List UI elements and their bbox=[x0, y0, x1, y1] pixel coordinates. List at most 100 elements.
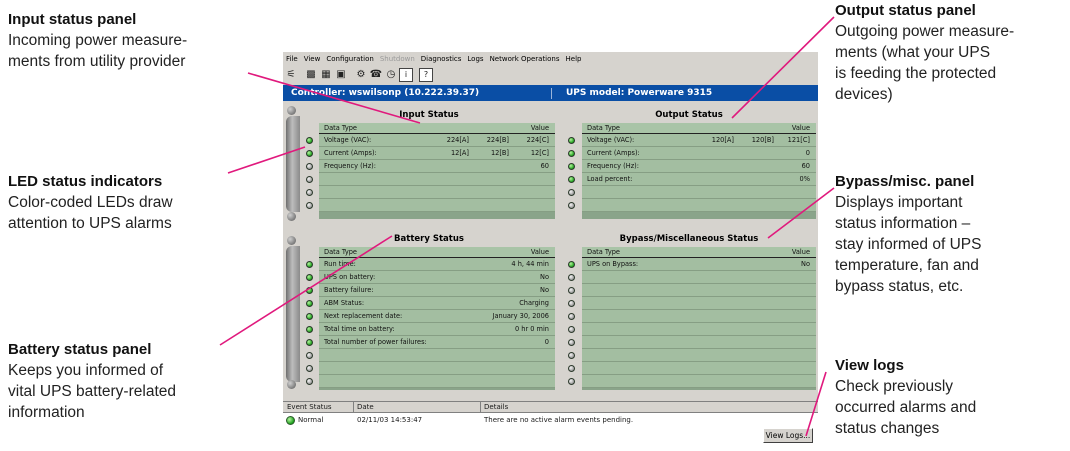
row-value: 224[B] bbox=[486, 136, 509, 144]
row-value: 224[C] bbox=[526, 136, 549, 144]
event-log-header: Event Status Date Details bbox=[283, 402, 818, 413]
output-status-panel: Output Status Data Type Value Voltage (V… bbox=[560, 110, 818, 222]
callout-text: temperature, fan and bbox=[835, 257, 979, 274]
status-led-off bbox=[568, 274, 575, 281]
event-log-row[interactable]: Normal 02/11/03 14:53:47 There are no ac… bbox=[283, 415, 818, 426]
menu-configuration[interactable]: Configuration bbox=[323, 55, 376, 63]
help-icon[interactable]: ? bbox=[419, 67, 433, 82]
output-status-title: Output Status bbox=[655, 110, 723, 120]
ups-model-label: UPS model: Powerware 9315 bbox=[566, 88, 713, 98]
status-row bbox=[582, 362, 816, 375]
row-label: Load percent: bbox=[587, 175, 633, 183]
status-row bbox=[582, 323, 816, 336]
table-icon[interactable]: ▦ bbox=[319, 68, 333, 82]
menu-help[interactable]: Help bbox=[563, 55, 585, 63]
callout-bypass-panel: Bypass/misc. panel Displays important st… bbox=[835, 172, 1065, 297]
menu-view[interactable]: View bbox=[301, 55, 324, 63]
gear-icon[interactable]: ⚙ bbox=[354, 68, 368, 82]
status-led-on bbox=[568, 261, 575, 268]
lower-rail bbox=[283, 234, 301, 392]
input-status-title: Input Status bbox=[399, 110, 459, 120]
row-value: 4 h, 44 min bbox=[511, 260, 549, 268]
status-led-off bbox=[568, 339, 575, 346]
menu-network-operations[interactable]: Network Operations bbox=[487, 55, 563, 63]
row-value: 0 bbox=[544, 338, 549, 346]
row-label: Total number of power failures: bbox=[324, 338, 427, 346]
callout-led-indicators: LED status indicators Color-coded LEDs d… bbox=[8, 172, 238, 234]
status-row: Voltage (VAC): 120[A] 120[B] 121[C] bbox=[582, 134, 816, 147]
menu-logs[interactable]: Logs bbox=[464, 55, 486, 63]
row-value: 0 hr 0 min bbox=[514, 325, 549, 333]
status-row bbox=[582, 284, 816, 297]
column-header-event-status[interactable]: Event Status bbox=[287, 403, 332, 411]
status-row: Current (Amps): 12[A] 12[B] 12[C] bbox=[319, 147, 555, 160]
info-icon[interactable]: i bbox=[399, 67, 413, 82]
callout-text: bypass status, etc. bbox=[835, 278, 964, 295]
status-led-off bbox=[568, 378, 575, 385]
clock-icon[interactable]: ◷ bbox=[384, 68, 398, 82]
monitor-icon[interactable]: ▩ bbox=[304, 68, 318, 82]
network-icon[interactable]: ⚟ bbox=[284, 68, 298, 82]
row-label: Frequency (Hz): bbox=[587, 162, 639, 170]
menu-diagnostics[interactable]: Diagnostics bbox=[418, 55, 465, 63]
row-label: Total time on battery: bbox=[324, 325, 395, 333]
status-led-on bbox=[306, 261, 313, 268]
status-row bbox=[582, 336, 816, 349]
callout-title: View logs bbox=[835, 357, 904, 374]
status-row: UPS on battery: No bbox=[319, 271, 555, 284]
row-value: 0% bbox=[799, 175, 810, 183]
infobar-divider bbox=[551, 87, 552, 99]
status-row: Frequency (Hz): 60 bbox=[582, 160, 816, 173]
column-header: Value bbox=[791, 248, 810, 256]
callout-text: Outgoing power measure- bbox=[835, 23, 1015, 40]
status-led-off bbox=[568, 313, 575, 320]
status-row bbox=[582, 310, 816, 323]
view-logs-button[interactable]: View Logs... bbox=[763, 428, 813, 443]
column-header: Data Type bbox=[324, 124, 357, 132]
status-row: Next replacement date: January 30, 2006 bbox=[319, 310, 555, 323]
status-row bbox=[582, 199, 816, 212]
row-value: 60 bbox=[801, 162, 810, 170]
controller-info-bar: Controller: wswilsonp (10.222.39.37) UPS… bbox=[283, 85, 818, 101]
row-label: Battery failure: bbox=[324, 286, 374, 294]
menu-shutdown: Shutdown bbox=[379, 54, 415, 63]
status-row: Load percent: 0% bbox=[582, 173, 816, 186]
column-header-details[interactable]: Details bbox=[484, 403, 508, 411]
menu-file[interactable]: File bbox=[283, 55, 301, 63]
row-label: UPS on battery: bbox=[324, 273, 376, 281]
status-row bbox=[319, 349, 555, 362]
grid-icon[interactable]: ▣ bbox=[334, 68, 348, 82]
callout-text: devices) bbox=[835, 86, 893, 103]
row-label: Voltage (VAC): bbox=[324, 136, 372, 144]
callout-text: vital UPS battery-related bbox=[8, 383, 176, 400]
status-row bbox=[582, 349, 816, 362]
status-led-on bbox=[306, 137, 313, 144]
bypass-status-grid: Data Type Value UPS on Bypass: No bbox=[582, 247, 816, 390]
status-led-on bbox=[568, 163, 575, 170]
status-led-on bbox=[306, 326, 313, 333]
callout-battery-status: Battery status panel Keeps you informed … bbox=[8, 340, 238, 423]
status-led-on bbox=[306, 313, 313, 320]
callout-output-status: Output status panel Outgoing power measu… bbox=[835, 1, 1065, 105]
status-row: Voltage (VAC): 224[A] 224[B] 224[C] bbox=[319, 134, 555, 147]
input-status-panel: Input Status Data Type Value Voltage (VA… bbox=[301, 110, 557, 222]
status-led-on bbox=[306, 150, 313, 157]
ups-monitor-window: File View Configuration Shutdown Diagnos… bbox=[283, 52, 818, 449]
bell-icon[interactable]: ☎ bbox=[369, 68, 383, 82]
callout-title: Bypass/misc. panel bbox=[835, 173, 975, 190]
status-led-on bbox=[306, 339, 313, 346]
callout-text: Displays important bbox=[835, 194, 963, 211]
row-label: Current (Amps): bbox=[587, 149, 640, 157]
input-status-grid: Data Type Value Voltage (VAC): 224[A] 224[… bbox=[319, 123, 555, 219]
column-header-date[interactable]: Date bbox=[357, 403, 374, 411]
callout-text: Keeps you informed of bbox=[8, 362, 164, 379]
column-header: Data Type bbox=[587, 124, 620, 132]
status-led-off bbox=[568, 365, 575, 372]
row-label: UPS on Bypass: bbox=[587, 260, 639, 268]
callout-text: ments from utility provider bbox=[8, 53, 186, 70]
row-value: 12[C] bbox=[530, 149, 549, 157]
status-led-off bbox=[568, 189, 575, 196]
status-row: ABM Status: Charging bbox=[319, 297, 555, 310]
status-led-off bbox=[568, 202, 575, 209]
row-value: 120[A] bbox=[711, 136, 734, 144]
